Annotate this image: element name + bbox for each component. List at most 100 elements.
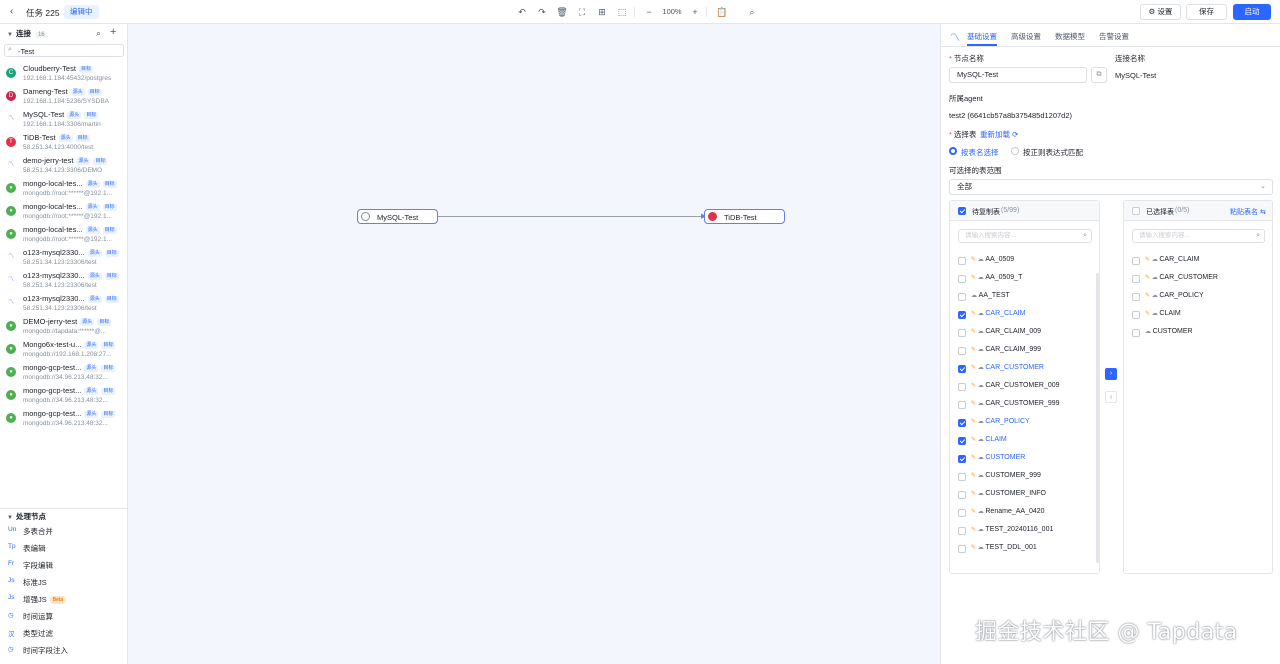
- process-node-item[interactable]: Js 增强JS Beta: [0, 590, 127, 607]
- auto-layout-icon[interactable]: ⊞: [596, 5, 608, 19]
- dag-canvas[interactable]: MySQL-Test ▶ TiDB-Test: [128, 24, 940, 664]
- target-node[interactable]: TiDB-Test: [704, 209, 785, 224]
- table-checkbox[interactable]: [958, 365, 966, 373]
- connection-item[interactable]: ● mongo-local-tes... 源头 目标 mongodb://root:**…: [0, 224, 127, 247]
- save-button[interactable]: 保存: [1186, 4, 1227, 20]
- connection-item[interactable]: ● mongo-gcp-test... 源头 目标 mongodb://34.96.21…: [0, 385, 127, 408]
- selected-table-row[interactable]: ✎ ☁ CLAIM: [1124, 306, 1272, 324]
- table-checkbox[interactable]: [958, 509, 966, 517]
- mode-by-regex-radio[interactable]: [1011, 147, 1019, 155]
- table-checkbox[interactable]: [958, 455, 966, 463]
- connection-item[interactable]: 〽 MySQL-Test 源头 目标 192.168.1.184:3306/martin: [0, 109, 127, 132]
- table-row[interactable]: ✎ ☁ CAR_CLAIM: [950, 306, 1099, 324]
- table-checkbox[interactable]: [1132, 275, 1140, 283]
- source-node[interactable]: MySQL-Test: [357, 209, 438, 224]
- back-icon[interactable]: ‹: [10, 6, 13, 17]
- zoom-out-icon[interactable]: −: [644, 5, 654, 19]
- table-checkbox[interactable]: [958, 275, 966, 283]
- connection-item[interactable]: D Dameng-Test 源头 目标 192.168.1.184:5236/SYSDB…: [0, 86, 127, 109]
- reload-link[interactable]: 重新加载 ⟳: [980, 129, 1018, 140]
- selected-table-row[interactable]: ☁ CUSTOMER: [1124, 324, 1272, 342]
- table-row[interactable]: ✎ ☁ CAR_CUSTOMER: [950, 360, 1099, 378]
- table-row[interactable]: ✎ ☁ TEST_DDL_001: [950, 540, 1099, 558]
- process-node-item[interactable]: ◷ 时间字段注入: [0, 641, 127, 658]
- mode-by-name-label[interactable]: 按表名选择: [961, 147, 999, 158]
- move-right-icon[interactable]: ›: [1105, 368, 1117, 380]
- process-nodes-header[interactable]: ▼ 处理节点: [7, 511, 46, 522]
- tab-advanced-settings[interactable]: 高级设置: [1011, 31, 1041, 42]
- search-icon[interactable]: ⌕: [746, 5, 758, 19]
- connection-item[interactable]: T TiDB-Test 源头 目标 58.251.34.123:4000/test: [0, 132, 127, 155]
- redo-icon[interactable]: ↷: [536, 5, 548, 19]
- table-checkbox[interactable]: [1132, 329, 1140, 337]
- table-row[interactable]: ✎ ☁ CAR_POLICY: [950, 414, 1099, 432]
- table-checkbox[interactable]: [958, 473, 966, 481]
- process-node-item[interactable]: Tp 表编辑: [0, 539, 127, 556]
- table-checkbox[interactable]: [958, 257, 966, 265]
- table-row[interactable]: ✎ ☁ CAR_CUSTOMER_009: [950, 378, 1099, 396]
- process-node-item[interactable]: Un 多表合并: [0, 522, 127, 539]
- table-row[interactable]: ✎ ☁ CUSTOMER_999: [950, 468, 1099, 486]
- tab-alert-settings[interactable]: 告警设置: [1099, 31, 1129, 42]
- process-node-item[interactable]: Js 标准JS: [0, 573, 127, 590]
- table-row[interactable]: ☁ AA_TEST: [950, 288, 1099, 306]
- connection-item[interactable]: ● Mongo6x-test-u... 源头 目标 mongodb://192.168.…: [0, 339, 127, 362]
- table-row[interactable]: ✎ ☁ TEST_20240116_001: [950, 522, 1099, 540]
- node-name-input[interactable]: MySQL-Test: [949, 67, 1087, 83]
- table-checkbox[interactable]: [958, 401, 966, 409]
- table-checkbox[interactable]: [958, 545, 966, 553]
- add-connection-icon[interactable]: +: [110, 26, 116, 38]
- fit-view-icon[interactable]: ⛶: [576, 5, 588, 19]
- connection-item[interactable]: 〽 demo-jerry-test 源头 目标 58.251.34.123:3306/D…: [0, 155, 127, 178]
- connection-item[interactable]: 〽 o123-mysql2330... 源头 目标 58.251.34.123:2330…: [0, 247, 127, 270]
- edge-line[interactable]: [438, 216, 704, 217]
- table-row[interactable]: ✎ ☁ CLAIM: [950, 432, 1099, 450]
- table-checkbox[interactable]: [1132, 257, 1140, 265]
- connection-item[interactable]: ● mongo-gcp-test... 源头 目标 mongodb://34.96.21…: [0, 408, 127, 431]
- search-icon[interactable]: ⌕: [96, 28, 101, 39]
- process-node-item[interactable]: 汉 类型过滤: [0, 624, 127, 641]
- table-checkbox[interactable]: [958, 329, 966, 337]
- table-checkbox[interactable]: [1132, 311, 1140, 319]
- connection-item[interactable]: 〽 o123-mysql2330... 源头 目标 58.251.34.123:2330…: [0, 270, 127, 293]
- selected-table-search-input[interactable]: 请输入搜索内容... ⌕: [1132, 229, 1265, 243]
- table-checkbox[interactable]: [958, 311, 966, 319]
- table-checkbox[interactable]: [958, 347, 966, 355]
- table-checkbox[interactable]: [958, 419, 966, 427]
- scrollbar[interactable]: [1096, 273, 1099, 563]
- selected-table-row[interactable]: ✎ ☁ CAR_POLICY: [1124, 288, 1272, 306]
- table-row[interactable]: ✎ ☁ CAR_CLAIM_009: [950, 324, 1099, 342]
- table-row[interactable]: ✎ ☁ Rename_AA_0420: [950, 504, 1099, 522]
- table-row[interactable]: ✎ ☁ CUSTOMER_INFO: [950, 486, 1099, 504]
- connection-item[interactable]: 〽 o123-mysql2330... 源头 目标 58.251.34.123:2330…: [0, 293, 127, 316]
- table-row[interactable]: ✎ ☁ AA_0509_T: [950, 270, 1099, 288]
- table-row[interactable]: ✎ ☁ CAR_CUSTOMER_999: [950, 396, 1099, 414]
- clipboard-icon[interactable]: 📋: [716, 5, 728, 19]
- select-mode-icon[interactable]: ⬚: [616, 5, 628, 19]
- start-button[interactable]: 启动: [1233, 4, 1271, 20]
- delete-icon[interactable]: 🗑: [556, 5, 568, 19]
- connection-item[interactable]: ● mongo-local-tes... 源头 目标 mongodb://root:**…: [0, 178, 127, 201]
- connection-item[interactable]: C Cloudberry-Test 目标 192.168.1.184:45432/po…: [0, 63, 127, 86]
- move-left-icon[interactable]: ‹: [1105, 391, 1117, 403]
- connection-item[interactable]: ● mongo-local-tes... 源头 目标 mongodb://root:**…: [0, 201, 127, 224]
- task-title[interactable]: 任务 225: [26, 7, 60, 19]
- table-checkbox[interactable]: [958, 437, 966, 445]
- copy-icon[interactable]: ⧉: [1091, 67, 1107, 83]
- process-node-item[interactable]: ◷ 时间运算: [0, 607, 127, 624]
- connection-item[interactable]: ● DEMO-jerry-test 源头 目标 mongodb://tapdata:**…: [0, 316, 127, 339]
- paste-table-names-link[interactable]: 粘贴表名 ⇆: [1230, 207, 1266, 217]
- table-checkbox[interactable]: [1132, 293, 1140, 301]
- table-checkbox[interactable]: [958, 491, 966, 499]
- mode-by-regex-label[interactable]: 按正则表达式匹配: [1023, 147, 1083, 158]
- table-range-select[interactable]: 全部 ⌄: [949, 179, 1273, 195]
- select-all-selected-checkbox[interactable]: [1132, 207, 1140, 215]
- table-checkbox[interactable]: [958, 383, 966, 391]
- tab-basic-settings[interactable]: 基础设置: [967, 31, 997, 42]
- settings-button[interactable]: ⚙ 设置: [1140, 4, 1181, 20]
- selected-table-row[interactable]: ✎ ☁ CAR_CLAIM: [1124, 252, 1272, 270]
- table-checkbox[interactable]: [958, 293, 966, 301]
- source-table-search-input[interactable]: 请输入搜索内容... ⌕: [958, 229, 1092, 243]
- process-node-item[interactable]: Fr 字段编辑: [0, 556, 127, 573]
- selected-table-row[interactable]: ✎ ☁ CAR_CUSTOMER: [1124, 270, 1272, 288]
